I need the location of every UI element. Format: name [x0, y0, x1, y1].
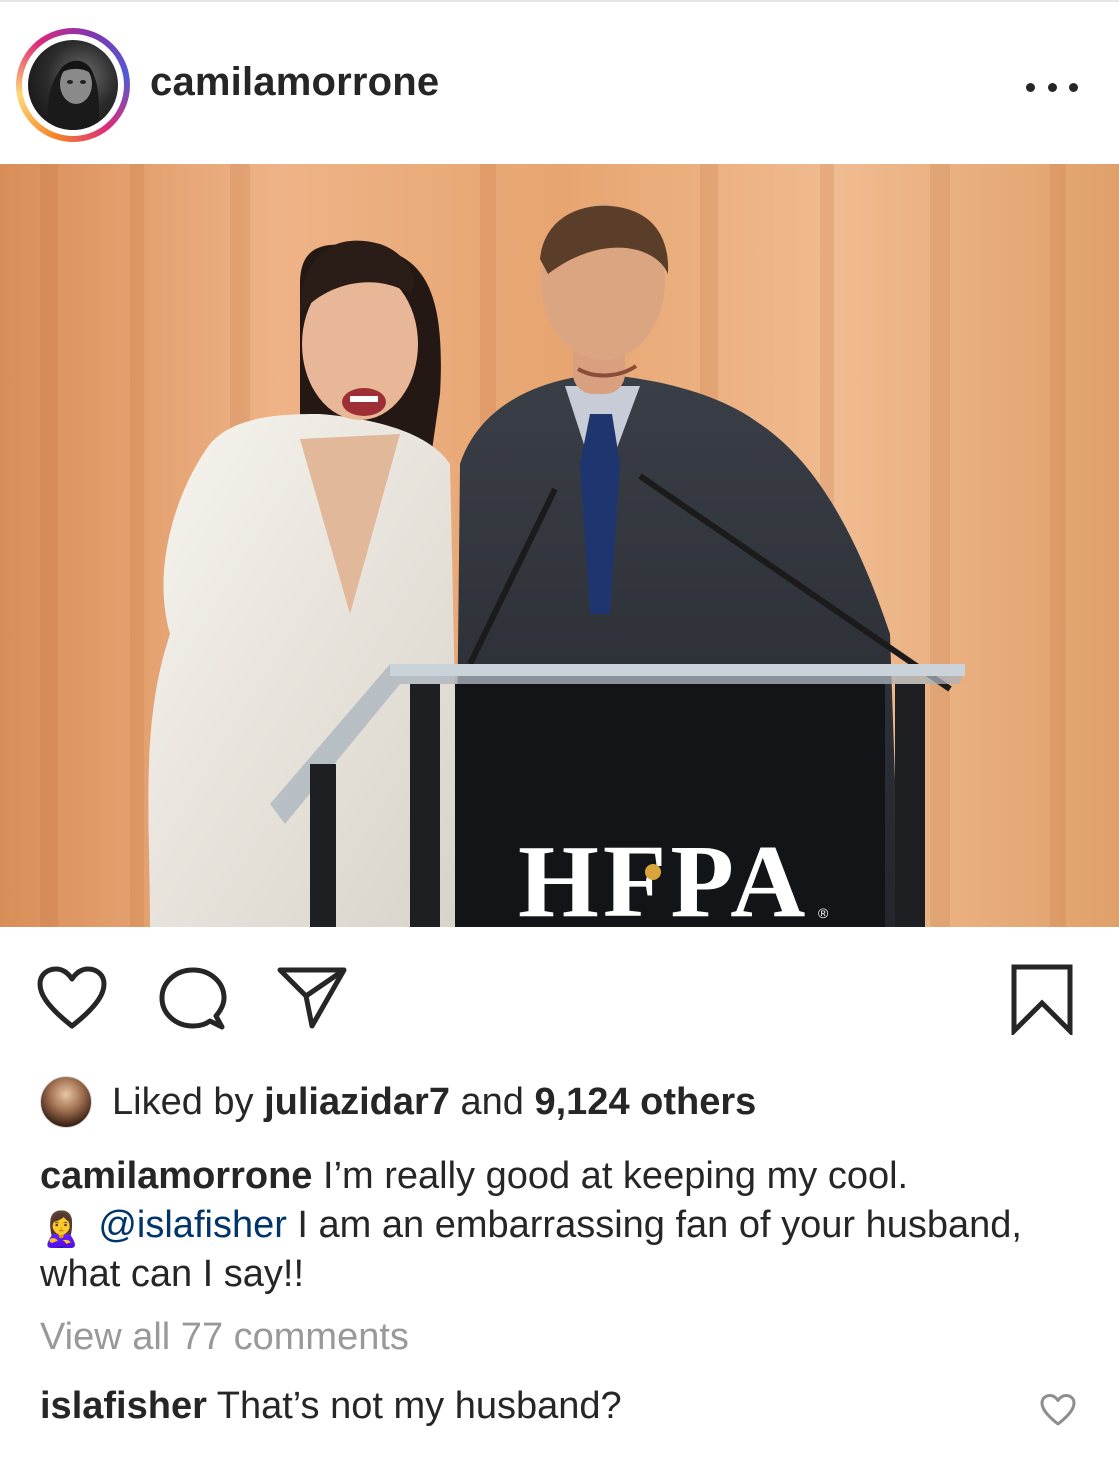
- action-bar: [0, 928, 1119, 1058]
- trademark-mark: ®: [818, 905, 829, 921]
- view-all-comments-link[interactable]: View all 77 comments: [40, 1316, 409, 1359]
- comment-heart-icon[interactable]: [1040, 1394, 1076, 1431]
- post-username[interactable]: camilamorrone: [150, 60, 439, 105]
- comment-icon[interactable]: [158, 966, 228, 1032]
- likes-count[interactable]: 9,124 others: [534, 1081, 756, 1124]
- caption-username[interactable]: camilamorrone: [40, 1155, 312, 1197]
- caption-text-line1: I’m really good at keeping my cool.: [323, 1155, 909, 1197]
- podium-logo-text: HFPA: [518, 824, 809, 927]
- post-caption: camilamorrone I’m really good at keeping…: [40, 1152, 1090, 1299]
- profile-photo: [28, 40, 118, 130]
- liker-avatar[interactable]: [40, 1076, 92, 1128]
- avatar[interactable]: [16, 28, 130, 142]
- likes-summary: Liked by juliazidar7 and 9,124 others: [40, 1074, 756, 1130]
- caption-mention-link[interactable]: @islafisher: [98, 1204, 287, 1246]
- share-icon[interactable]: [276, 966, 348, 1030]
- likes-connector: and: [460, 1080, 524, 1123]
- liker-username[interactable]: juliazidar7: [264, 1081, 450, 1124]
- post-header: camilamorrone: [0, 2, 1119, 164]
- likes-prefix: Liked by: [112, 1080, 254, 1123]
- post-photo[interactable]: HFPA ®: [0, 164, 1119, 927]
- bookmark-icon[interactable]: [1010, 963, 1074, 1035]
- comment-item: islafisher That’s not my husband?: [40, 1385, 622, 1428]
- comment-text: That’s not my husband?: [216, 1385, 622, 1427]
- heart-icon[interactable]: [36, 966, 108, 1030]
- more-options-icon[interactable]: [1026, 72, 1078, 102]
- emoji-icon: 🙎‍♀️: [40, 1210, 83, 1250]
- comment-username[interactable]: islafisher: [40, 1385, 207, 1427]
